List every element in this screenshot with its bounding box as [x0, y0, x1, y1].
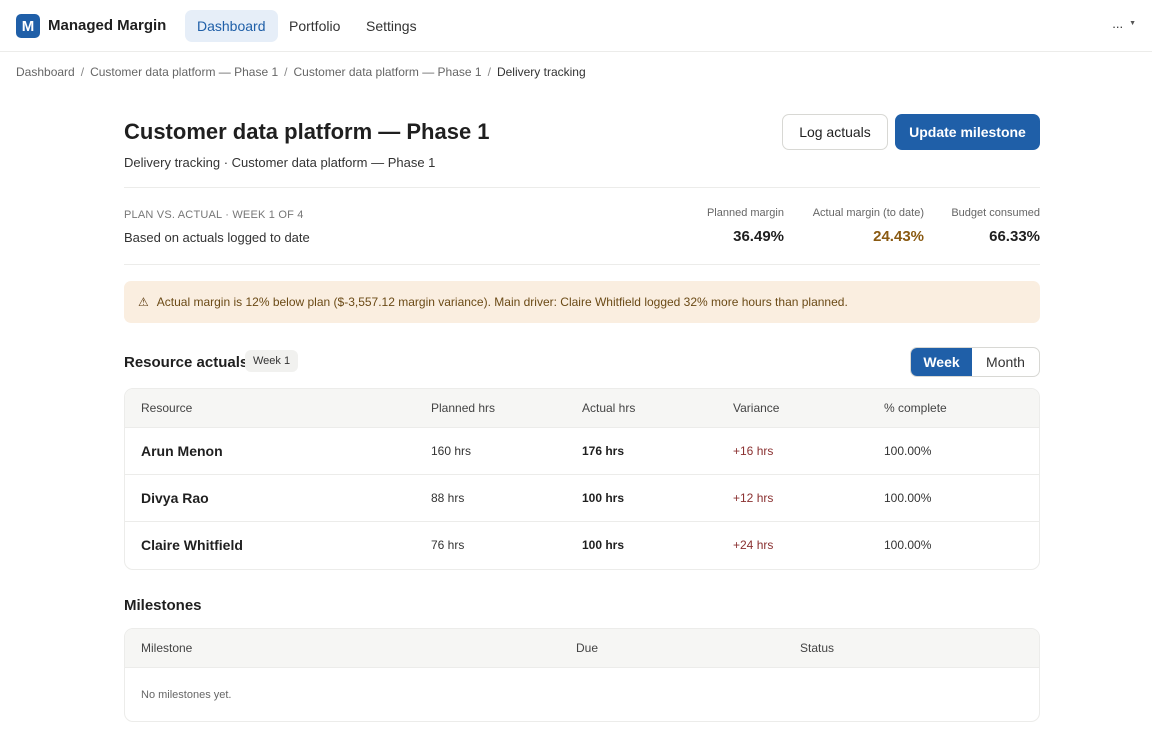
more-menu-label: ... [1112, 16, 1124, 31]
column-header[interactable]: % complete [884, 401, 947, 415]
metric-value: 66.33% [989, 228, 1040, 245]
milestones-table: Milestone Due Status No milestones yet. [124, 628, 1040, 722]
empty-state: No milestones yet. [125, 668, 1039, 721]
metric-planned-margin: Planned margin 36.49% [707, 207, 784, 245]
page-subtitle: Delivery tracking · Customer data platfo… [124, 155, 436, 170]
column-header[interactable]: Actual hrs [582, 401, 635, 415]
metric-label: Planned margin [706, 207, 784, 219]
log-actuals-button[interactable]: Log actuals [782, 114, 888, 150]
metric-label: Budget consumed [951, 207, 1040, 219]
period-badge: Week 1 [245, 350, 299, 372]
breadcrumb-separator: / [487, 65, 491, 79]
alert-text: Actual margin is 12% below plan ($-3,557… [156, 295, 848, 309]
app-name[interactable]: Managed Margin [48, 17, 166, 34]
resource-table: Resource Planned hrs Actual hrs Variance… [124, 388, 1040, 570]
actual-hours: 176 hrs [582, 444, 625, 458]
variance: +12 hrs [733, 491, 774, 505]
nav-tab-settings[interactable]: Settings [354, 10, 429, 42]
metric-actual-margin: Actual margin (to date) 24.43% [813, 207, 924, 245]
table-row[interactable]: Divya Rao 88 hrs 100 hrs +12 hrs 100.00% [125, 475, 1039, 522]
breadcrumb: Dashboard / Customer data platform — Phase… [16, 65, 586, 79]
metric-value: 24.43% [873, 228, 924, 245]
more-menu-button[interactable]: ... ▼ [1112, 16, 1136, 31]
column-header[interactable]: Status [800, 641, 834, 655]
planned-hours: 76 hrs [431, 538, 465, 552]
resource-actuals-title: Resource actuals [124, 354, 249, 371]
divider [124, 187, 1040, 188]
variance: +16 hrs [733, 444, 774, 458]
metric-budget-consumed: Budget consumed 66.33% [951, 207, 1040, 245]
metric-label: Actual margin (to date) [812, 207, 924, 219]
plan-status-label: PLAN VS. ACTUAL · WEEK 1 OF 4 [124, 209, 304, 221]
variance: +24 hrs [733, 538, 774, 552]
column-header[interactable]: Planned hrs [431, 401, 495, 415]
breadcrumb-item[interactable]: Customer data platform — Phase 1 [294, 65, 482, 79]
breadcrumb-item[interactable]: Dashboard [16, 65, 75, 79]
toggle-week[interactable]: Week [911, 348, 972, 376]
breadcrumb-separator: / [284, 65, 288, 79]
table-header: Resource Planned hrs Actual hrs Variance… [125, 389, 1039, 428]
page-title: Customer data platform — Phase 1 [124, 119, 490, 144]
toggle-month[interactable]: Month [972, 348, 1039, 376]
table-row[interactable]: Claire Whitfield 76 hrs 100 hrs +24 hrs … [125, 522, 1039, 569]
breadcrumb-separator: / [80, 65, 85, 79]
column-header[interactable]: Resource [141, 401, 192, 415]
actual-hours: 100 hrs [582, 538, 625, 552]
update-milestone-button[interactable]: Update milestone [895, 114, 1040, 150]
resource-name: Divya Rao [141, 490, 209, 506]
table-row[interactable]: Arun Menon 160 hrs 176 hrs +16 hrs 100.0… [125, 428, 1039, 475]
column-header[interactable]: Due [576, 641, 598, 655]
percent-complete: 100.00% [884, 538, 932, 552]
planned-hours: 88 hrs [431, 491, 465, 505]
app-logo[interactable]: M [16, 14, 40, 38]
top-nav: M Managed Margin Dashboard Portfolio Set… [0, 0, 1152, 52]
column-header[interactable]: Milestone [141, 641, 192, 655]
column-header[interactable]: Variance [733, 401, 779, 415]
empty-state-message: No milestones yet. [141, 689, 232, 701]
nav-tab-dashboard[interactable]: Dashboard [185, 10, 278, 42]
period-toggle[interactable]: Week Month [910, 347, 1040, 377]
planned-hours: 160 hrs [431, 444, 472, 458]
divider [124, 264, 1040, 265]
breadcrumb-current: Delivery tracking [496, 65, 586, 79]
nav-tab-portfolio[interactable]: Portfolio [277, 10, 352, 42]
metric-value: 36.49% [733, 228, 784, 245]
caret-down-icon: ▼ [1129, 20, 1136, 27]
milestones-title: Milestones [124, 597, 202, 614]
margin-alert: ⚠ Actual margin is 12% below plan ($-3,5… [124, 281, 1040, 323]
table-header: Milestone Due Status [125, 629, 1039, 668]
percent-complete: 100.00% [884, 491, 932, 505]
breadcrumb-item[interactable]: Customer data platform — Phase 1 [90, 65, 278, 79]
resource-name: Claire Whitfield [141, 537, 243, 553]
plan-status-note: Based on actuals logged to date [124, 230, 310, 245]
resource-name: Arun Menon [141, 443, 223, 459]
actual-hours: 100 hrs [582, 491, 625, 505]
warning-icon: ⚠ [138, 295, 149, 309]
percent-complete: 100.00% [884, 444, 932, 458]
